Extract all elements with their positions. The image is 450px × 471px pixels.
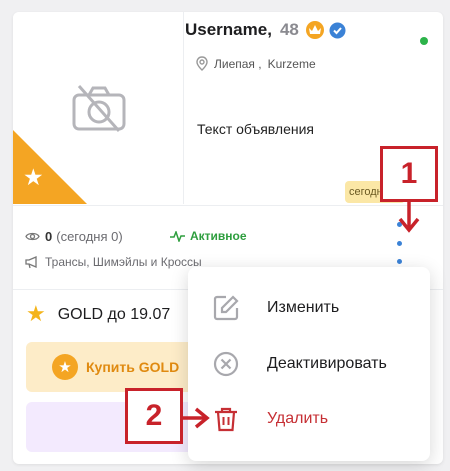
eye-icon: [25, 232, 40, 241]
step-1-callout: 1: [380, 146, 438, 202]
pulse-icon: [170, 230, 185, 242]
listing-description: Текст объявления: [197, 121, 315, 137]
status-label: Активное: [190, 229, 247, 243]
online-indicator: [420, 37, 428, 45]
menu-item-label: Деактивировать: [267, 355, 387, 372]
location-region: Kurzeme: [267, 56, 316, 71]
context-menu: Изменить Деактивировать Удалить: [188, 267, 430, 461]
star-icon: ★: [26, 302, 46, 327]
buy-gold-label: Купить GOLD: [86, 359, 180, 375]
trash-icon: [215, 407, 237, 432]
status-badge: Активное: [170, 229, 247, 243]
star-icon: ★: [23, 165, 44, 191]
location-city: Лиепая ,: [214, 56, 262, 71]
listing-photo-placeholder[interactable]: ★: [13, 12, 184, 204]
menu-item-edit[interactable]: Изменить: [188, 280, 430, 336]
location: Лиепая , Kurzeme: [196, 56, 316, 71]
category: Трансы, Шимэйлы и Кроссы: [25, 255, 202, 269]
camera-off-icon: [72, 85, 126, 132]
buy-gold-button[interactable]: ★ Купить GOLD: [26, 342, 201, 392]
username[interactable]: Username,: [185, 20, 272, 40]
verified-icon: [329, 22, 346, 38]
gold-label: GOLD до 19.07: [57, 306, 171, 323]
vip-crown-icon: [305, 21, 324, 39]
step-2-callout: 2: [125, 388, 183, 444]
category-label[interactable]: Трансы, Шимэйлы и Кроссы: [45, 255, 202, 269]
arrow-right-icon: [183, 407, 210, 429]
listing-header: Username, 48: [185, 20, 425, 40]
menu-item-deactivate[interactable]: Деактивировать: [188, 336, 430, 392]
views-counter: 0 (сегодня 0): [25, 229, 123, 244]
gold-status: ★ GOLD до 19.07: [26, 304, 170, 326]
megaphone-icon: [25, 255, 37, 268]
edit-icon: [213, 295, 239, 321]
menu-item-label: Изменить: [267, 299, 340, 316]
menu-item-label: Удалить: [267, 410, 329, 427]
arrow-down-icon: [398, 202, 420, 233]
location-pin-icon: [196, 56, 208, 71]
user-age: 48: [279, 20, 299, 39]
deactivate-icon: [213, 351, 239, 377]
menu-item-delete[interactable]: Удалить: [188, 391, 430, 447]
views-today: (сегодня 0): [56, 229, 123, 244]
views-count: 0: [45, 229, 53, 244]
star-icon: ★: [52, 354, 78, 380]
